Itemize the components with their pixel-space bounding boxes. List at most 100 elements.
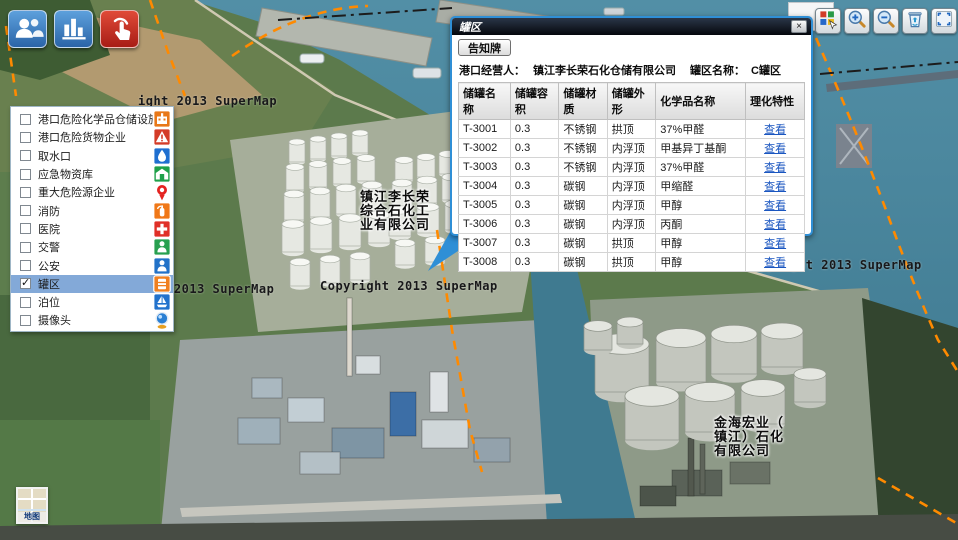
table-row: T-30050.3碳钢内浮顶甲醇查看 [459, 196, 805, 215]
company-label: 镇江李长荣 综合石化工 业有限公司 [360, 190, 430, 232]
fire-extinguisher-icon [153, 202, 171, 220]
bar-chart-icon [59, 12, 89, 46]
close-icon[interactable]: × [791, 20, 807, 33]
table-cell: 查看 [746, 158, 805, 177]
notice-board-button[interactable]: 告知牌 [458, 39, 511, 56]
view-details-link[interactable]: 查看 [764, 181, 786, 193]
table-cell: 内浮顶 [607, 177, 655, 196]
storage-facility-icon [153, 110, 171, 128]
map-canvas[interactable]: ight 2013 SuperMap Copyright 2013 SuperM… [0, 0, 958, 540]
layer-item-fire-extinguisher[interactable]: 消防 [11, 201, 173, 219]
table-cell: 0.3 [510, 234, 558, 253]
map-pin-icon [153, 183, 171, 201]
zoom-out-icon [875, 8, 897, 35]
table-cell: 碳钢 [559, 196, 607, 215]
table-cell: 拱顶 [607, 120, 655, 139]
table-cell: 拱顶 [607, 253, 655, 272]
layer-checkbox[interactable] [20, 223, 31, 234]
clear-button[interactable] [902, 8, 928, 34]
table-cell: 甲醇 [656, 234, 746, 253]
layer-item-hospital-cross[interactable]: 医院 [11, 220, 173, 238]
public-security-icon [153, 257, 171, 275]
layer-checkbox[interactable]: ✓ [20, 278, 31, 289]
layer-checkbox[interactable] [20, 260, 31, 271]
area-label: 罐区名称： [690, 65, 745, 77]
layer-checkbox[interactable] [20, 169, 31, 180]
layer-checkbox[interactable] [20, 297, 31, 308]
layer-panel: 港口危险化学品仓储设施港口危险货物企业取水口应急物资库重大危险源企业消防医院交警… [10, 106, 174, 332]
table-header: 储罐材质 [559, 83, 607, 120]
layer-checkbox[interactable] [20, 315, 31, 326]
company-label: 金海宏业（ 镇江）石化 有限公司 [714, 416, 784, 458]
zoom-out-button[interactable] [873, 8, 899, 34]
table-cell: T-3005 [459, 196, 511, 215]
table-row: T-30010.3不锈钢拱顶37%甲醛查看 [459, 120, 805, 139]
layer-item-map-pin[interactable]: 重大危险源企业 [11, 183, 173, 201]
table-cell: 0.3 [510, 215, 558, 234]
table-cell: T-3007 [459, 234, 511, 253]
table-cell: T-3008 [459, 253, 511, 272]
full-extent-button[interactable] [931, 8, 957, 34]
layer-label: 港口危险货物企业 [38, 129, 153, 145]
layer-label: 重大危险源企业 [38, 184, 153, 200]
operator-value: 镇江李长荣石化仓储有限公司 [533, 65, 676, 77]
legend-button[interactable] [815, 8, 841, 34]
table-cell: 查看 [746, 120, 805, 139]
view-details-link[interactable]: 查看 [764, 257, 786, 269]
camera-icon [153, 311, 171, 329]
view-details-link[interactable]: 查看 [764, 124, 786, 136]
layer-item-water-drop[interactable]: 取水口 [11, 147, 173, 165]
view-details-link[interactable]: 查看 [764, 219, 786, 231]
table-cell: 0.3 [510, 120, 558, 139]
legend-icon [817, 8, 839, 35]
layer-label: 罐区 [38, 276, 153, 292]
view-details-link[interactable]: 查看 [764, 200, 786, 212]
layer-item-tank-barrel[interactable]: ✓ 罐区 [11, 275, 173, 293]
layer-checkbox[interactable] [20, 187, 31, 198]
view-details-link[interactable]: 查看 [764, 162, 786, 174]
layer-checkbox[interactable] [20, 132, 31, 143]
dialog-titlebar[interactable]: 罐区 × [452, 18, 811, 35]
layer-item-public-security[interactable]: 公安 [11, 256, 173, 274]
table-cell: T-3006 [459, 215, 511, 234]
table-cell: 37%甲醛 [656, 158, 746, 177]
table-cell: 甲基异丁基酮 [656, 139, 746, 158]
layer-label: 港口危险化学品仓储设施 [38, 111, 153, 127]
table-row: T-30020.3不锈钢内浮顶甲基异丁基酮查看 [459, 139, 805, 158]
copyright-watermark: Copyright 2013 SuperMap [320, 279, 498, 293]
layer-checkbox[interactable] [20, 114, 31, 125]
users-icon [12, 12, 44, 46]
table-cell: T-3003 [459, 158, 511, 177]
layer-checkbox[interactable] [20, 242, 31, 253]
table-cell: 0.3 [510, 158, 558, 177]
zoom-in-button[interactable] [844, 8, 870, 34]
table-cell: 37%甲醛 [656, 120, 746, 139]
layer-item-storage-facility[interactable]: 港口危险化学品仓储设施 [11, 110, 173, 128]
view-details-link[interactable]: 查看 [764, 238, 786, 250]
table-cell: 0.3 [510, 253, 558, 272]
layer-item-berth-boat[interactable]: 泊位 [11, 293, 173, 311]
recycle-bin-icon [904, 8, 926, 35]
table-cell: 0.3 [510, 196, 558, 215]
layer-item-traffic-police[interactable]: 交警 [11, 238, 173, 256]
minimap-button[interactable]: 地图 [16, 487, 48, 524]
table-cell: T-3004 [459, 177, 511, 196]
tank-area-dialog: 罐区 × 告知牌 港口经营人：镇江李长荣石化仓储有限公司罐区名称：C罐区 储罐名… [450, 16, 813, 236]
hospital-cross-icon [153, 220, 171, 238]
table-cell: 查看 [746, 234, 805, 253]
statistics-button[interactable] [54, 10, 93, 48]
table-cell: 丙酮 [656, 215, 746, 234]
personnel-button[interactable] [8, 10, 47, 48]
layer-item-warehouse[interactable]: 应急物资库 [11, 165, 173, 183]
layer-item-hazard-warning[interactable]: 港口危险货物企业 [11, 128, 173, 146]
berth-boat-icon [153, 293, 171, 311]
view-details-link[interactable]: 查看 [764, 143, 786, 155]
table-cell: 碳钢 [559, 253, 607, 272]
table-cell: 不锈钢 [559, 158, 607, 177]
layer-checkbox[interactable] [20, 150, 31, 161]
layer-item-camera[interactable]: 摄像头 [11, 311, 173, 329]
layer-checkbox[interactable] [20, 205, 31, 216]
table-header: 储罐容积 [510, 83, 558, 120]
water-drop-icon [153, 147, 171, 165]
touch-mode-button[interactable] [100, 10, 139, 48]
